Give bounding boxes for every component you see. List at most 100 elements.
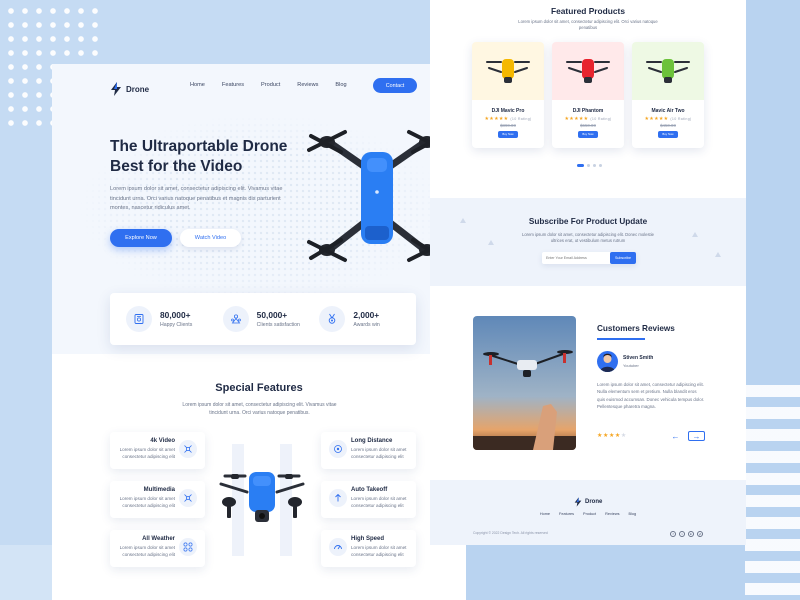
decorative-triangle [488,240,494,245]
feature-title: Auto Takeoff [351,487,388,493]
subscribe-title: Subscribe For Product Update [528,217,648,226]
footer-nav-blog[interactable]: Blog [628,512,636,516]
reviewer-role: Youtuber [623,363,639,368]
stat-awards: 2,000+ Awards win [319,306,416,332]
special-features-title: Special Features [215,382,303,394]
subscribe-button[interactable]: Subscribe [610,252,636,264]
feature-description: Lorem ipsum dolor sit amet consectetur a… [351,496,407,508]
reviewer-name: Stiven Smith [623,355,654,361]
takeoff-icon [329,489,347,507]
title-underline [597,338,645,340]
watch-video-button[interactable]: Watch Video [180,229,241,247]
nav-features[interactable]: Features [222,81,244,90]
footer-nav-home[interactable]: Home [540,512,550,516]
review-count: (10 Rating) [510,117,532,121]
hero-title: The Ultraportable Drone Best for the Vid… [110,138,288,175]
contact-button[interactable]: Contact [373,78,417,93]
medal-icon [319,306,346,332]
product-rating: ★★★★★ (10 Rating) [472,116,544,122]
product-rating: ★★★★★ (10 Rating) [552,116,624,122]
feature-title: All Weather [142,536,175,542]
pager-dot[interactable] [593,164,596,167]
brand-logo[interactable]: Drone [110,82,149,96]
copyright-text: Copyright © 2022 Design Tech. All rights… [473,531,548,535]
product-card-mavic-pro[interactable]: DJI Mavic Pro ★★★★★ (10 Rating) $890.00 B… [472,42,544,148]
facebook-icon[interactable]: f [670,531,676,537]
star-icons: ★★★★★ [564,116,589,122]
stat-label: Happy Clients [160,321,193,328]
product-name: Mavic Air Two [651,108,685,114]
linkedin-icon[interactable]: in [688,531,694,537]
decorative-triangle [715,252,721,257]
review-photo-drone-sunset [473,316,576,450]
stat-value: 2,000+ [353,309,380,320]
youtube-icon[interactable]: yt [697,531,703,537]
hero-drone-image [307,130,447,262]
feature-card-long-distance[interactable]: Long Distance Lorem ipsum dolor sit amet… [321,432,416,469]
product-name: DJI Mavic Pro [491,108,525,114]
star-icon-empty: ★ [620,433,627,439]
people-icon [222,306,249,332]
feature-description: Lorem ipsum dolor sit amet consectetur a… [119,496,175,508]
hero-description: Lorem ipsum dolor sit amet, consectetur … [110,186,283,212]
footer-logo[interactable]: Drone [574,497,602,507]
buy-now-button[interactable]: Buy Now [578,131,598,138]
star-icons-filled: ★★★★ [597,433,621,439]
customer-reviews-title: Customers Reviews [597,324,675,333]
product-price: $450.00 [660,123,676,128]
stats-card: 80,000+ Happy Clients 50,000+ Clients sa… [110,293,416,345]
stat-label: Clients satisfaction [256,321,300,328]
subscribe-description: Lorem ipsum dolor sit amet, consectetur … [522,232,654,243]
star-icons: ★★★★★ [484,116,509,122]
nav-reviews[interactable]: Reviews [297,81,318,90]
prev-arrow-icon[interactable]: ← [667,431,684,441]
drone-logo-icon [574,497,582,507]
nav-home[interactable]: Home [190,81,205,90]
brand-name: Drone [126,84,150,94]
drone-icon [179,440,197,458]
feature-card-all-weather[interactable]: All Weather Lorem ipsum dolor sit amet c… [110,530,205,567]
pager-dot[interactable] [587,164,590,167]
feature-title: Multimedia [143,487,175,493]
buy-now-button[interactable]: Buy Now [658,131,678,138]
next-arrow-icon[interactable]: → [688,431,705,441]
twitter-icon[interactable]: t [679,531,685,537]
explore-now-button[interactable]: Explore Now [110,229,172,247]
decorative-stripes [745,385,800,600]
footer-nav: Home Features Product Reviews Blog [430,512,746,516]
footer-nav-features[interactable]: Features [559,512,574,516]
feature-card-auto-takeoff[interactable]: Auto Takeoff Lorem ipsum dolor sit amet … [321,481,416,518]
footer-nav-reviews[interactable]: Reviews [605,512,619,516]
special-features-description: Lorem ipsum dolor sit amet, consectetur … [182,402,337,416]
footer-nav-product[interactable]: Product [583,512,596,516]
speed-icon [329,538,347,556]
feature-title: 4k Video [150,438,175,444]
email-input[interactable] [542,252,610,264]
pager-dot[interactable] [599,164,602,167]
product-card-phantom[interactable]: DJI Phantom ★★★★★ (10 Rating) $650.00 Buy… [552,42,624,148]
social-links: f t in yt [670,531,703,537]
featured-products-description: Lorem ipsum dolor sit amet, consectetur … [518,19,658,30]
feature-card-4k-video[interactable]: 4k Video Lorem ipsum dolor sit amet cons… [110,432,205,469]
drone-icon [179,489,197,507]
carousel-pager [577,164,602,167]
avatar [597,351,618,372]
nav-blog[interactable]: Blog [335,81,346,90]
feature-description: Lorem ipsum dolor sit amet consectetur a… [119,545,175,557]
feature-description: Lorem ipsum dolor sit amet consectetur a… [351,545,407,557]
product-card-mavic-air-two[interactable]: Mavic Air Two ★★★★★ (10 Rating) $450.00 B… [632,42,704,148]
main-nav: Home Features Product Reviews Blog [190,81,347,90]
product-image [632,42,704,100]
product-name: DJI Phantom [572,108,604,114]
decorative-triangle [692,232,698,237]
pager-dot-active[interactable] [577,164,584,167]
propeller-icon [179,538,197,556]
feature-card-multimedia[interactable]: Multimedia Lorem ipsum dolor sit amet co… [110,481,205,518]
buy-now-button[interactable]: Buy Now [498,131,518,138]
stat-label: Awards win [353,321,380,328]
nav-product[interactable]: Product [261,81,280,90]
feature-card-high-speed[interactable]: High Speed Lorem ipsum dolor sit amet co… [321,530,416,567]
feature-drone-image [219,472,305,522]
review-count: (10 Rating) [590,117,612,121]
star-icons: ★★★★★ [644,116,669,122]
